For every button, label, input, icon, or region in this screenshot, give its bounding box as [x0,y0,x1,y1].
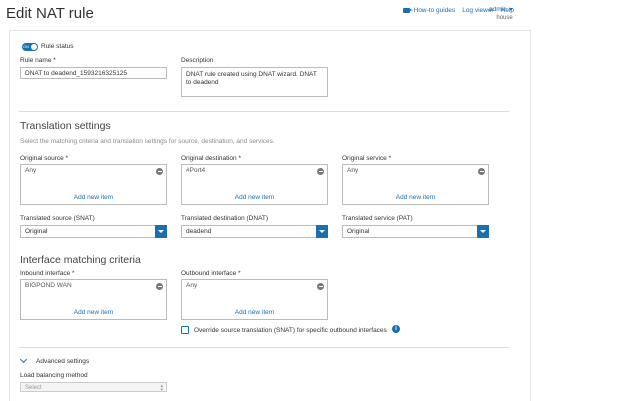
remove-icon[interactable] [156,168,163,175]
user-org: house [496,15,513,21]
original-service-value: Any [347,167,359,174]
rule-name-input[interactable]: DNAT to deadend_1593216325125 [20,67,167,79]
inbound-interface-label: Inbound interface * [20,270,75,277]
original-source-label: Original source * [20,155,69,162]
inbound-interface-list: BIGPOND WAN Add new item [20,279,167,320]
translation-settings-subtitle: Select the matching criteria and transla… [20,138,275,145]
video-icon [402,7,413,13]
rule-status-label: Rule status [41,43,74,50]
load-balancing-label: Load balancing method [20,372,88,379]
updown-arrows-icon: ▴ ▾ [160,383,163,393]
original-source-list: Any Add new item [20,164,167,205]
original-service-add-button[interactable]: Add new item [343,194,488,201]
remove-icon[interactable] [317,168,324,175]
outbound-interface-add-button[interactable]: Add new item [182,309,327,316]
translated-source-select[interactable]: Original [20,225,167,238]
user-name: admin [489,6,507,13]
original-source-add-button[interactable]: Add new item [21,194,166,201]
original-destination-list: #Port4 Add new item [181,164,328,205]
chevron-down-icon[interactable] [155,225,167,238]
inbound-interface-value: BIGPOND WAN [25,282,72,289]
toggle-knob [31,44,37,50]
outbound-interface-list: Any Add new item [181,279,328,320]
original-service-label: Original service * [342,155,392,162]
divider [19,111,509,112]
inbound-interface-add-button[interactable]: Add new item [21,309,166,316]
load-balancing-value: Select [25,385,42,391]
translated-service-value: Original [347,228,370,235]
translated-service-select[interactable]: Original [342,225,489,238]
translated-service-label: Translated service (PAT) [342,215,413,222]
user-menu[interactable]: admin house [489,6,513,21]
description-textarea[interactable]: DNAT rule created using DNAT wizard. DNA… [181,67,328,97]
remove-icon[interactable] [478,168,485,175]
rule-name-label: Rule name * [20,57,56,64]
rule-status-toggle[interactable]: ON [22,43,38,51]
outbound-interface-value: Any [186,282,198,289]
divider [19,347,509,348]
chevron-down-icon[interactable] [316,225,328,238]
translated-destination-value: deadend [186,228,212,235]
translated-destination-label: Translated destination (DNAT) [181,215,269,222]
override-snat-checkbox[interactable] [181,326,189,334]
outbound-interface-label: Outbound interface * [181,270,241,277]
chevron-down-icon[interactable] [477,225,489,238]
original-destination-add-button[interactable]: Add new item [182,194,327,201]
original-destination-label: Original destination * [181,155,241,162]
translated-source-label: Translated source (SNAT) [20,215,95,222]
info-icon[interactable]: i [392,325,400,333]
override-snat-label: Override source translation (SNAT) for s… [194,327,387,334]
translated-destination-select[interactable]: deadend [181,225,328,238]
how-to-guides-link[interactable]: How-to guides [402,7,455,14]
original-source-value: Any [25,167,37,174]
page-title: Edit NAT rule [6,5,94,22]
description-label: Description [181,57,214,64]
interface-matching-title: Interface matching criteria [20,254,141,266]
translated-source-value: Original [25,228,48,235]
remove-icon[interactable] [317,283,324,290]
toggle-on-text: ON [23,44,29,49]
remove-icon[interactable] [156,283,163,290]
load-balancing-select[interactable]: Select ▴ ▾ [20,382,167,393]
original-service-list: Any Add new item [342,164,489,205]
chevron-down-icon [508,7,513,11]
top-bar: Edit NAT rule How-to guides Log viewer H… [0,0,640,30]
advanced-settings-toggle[interactable]: Advanced settings [36,358,89,365]
original-destination-value: #Port4 [186,167,206,174]
translation-settings-title: Translation settings [20,120,111,132]
